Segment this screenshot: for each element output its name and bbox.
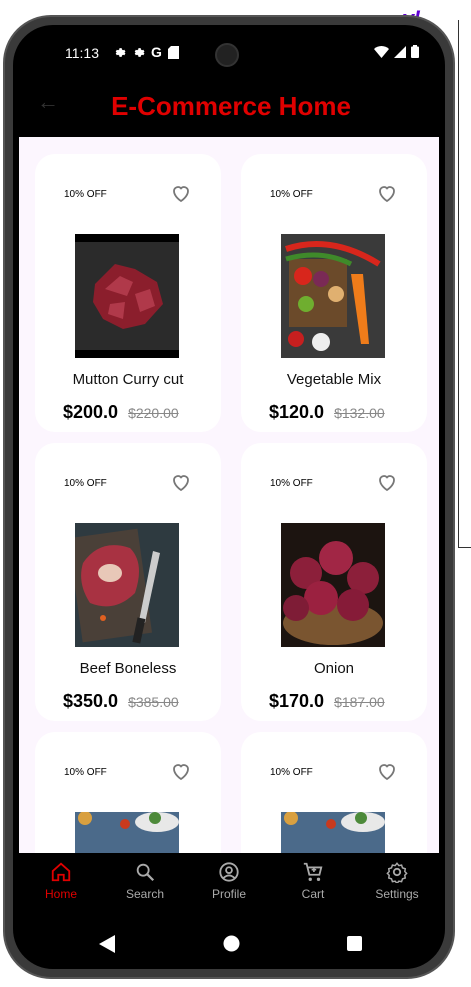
product-image (281, 812, 385, 853)
discount-badge: 10% OFF (64, 767, 107, 778)
nav-search[interactable]: Search (103, 853, 187, 915)
status-bar: 11:13 G (19, 31, 439, 77)
nav-home[interactable]: Home (19, 853, 103, 915)
cart-icon (303, 862, 323, 881)
product-prices: $350.0 $385.00 (63, 691, 179, 712)
front-camera (215, 43, 239, 67)
heart-icon[interactable] (169, 470, 193, 494)
home-circle-icon[interactable] (223, 935, 240, 952)
status-time: 11:13 (65, 45, 99, 61)
product-card[interactable]: 10% OFF Vegetable Mix $120.0 $132.00 (241, 154, 427, 432)
heart-icon[interactable] (169, 759, 193, 783)
product-prices: $120.0 $132.00 (269, 402, 385, 423)
nav-label: Profile (211, 887, 246, 901)
wifi-icon (374, 45, 389, 58)
profile-icon (219, 862, 239, 882)
nav-settings[interactable]: Settings (355, 853, 439, 915)
product-grid-area[interactable]: 10% OFF Mutton Curry cut $200.0 $220.00 (19, 137, 439, 853)
nav-label: Cart (301, 887, 325, 901)
phone-bezel: 11:13 G ← E-Commerce Home 10% OFF Mutton… (13, 25, 445, 969)
gear-icon (134, 47, 145, 57)
product-image (281, 234, 385, 358)
discount-badge: 10% OFF (270, 478, 313, 489)
product-name: Mutton Curry cut (72, 371, 184, 388)
product-card[interactable]: 10% OFF Mutton Curry cut $200.0 $220.00 (35, 154, 221, 432)
product-image (75, 523, 179, 647)
heart-icon[interactable] (375, 759, 399, 783)
settings-icon (386, 862, 408, 883)
product-old-price: $132.00 (334, 405, 385, 421)
product-old-price: $385.00 (128, 694, 179, 710)
product-name: Beef Boneless (79, 660, 177, 677)
heart-icon[interactable] (375, 470, 399, 494)
search-icon (136, 863, 155, 882)
product-image (75, 812, 179, 853)
product-card[interactable]: 10% OFF (241, 732, 427, 853)
discount-badge: 10% OFF (64, 189, 107, 200)
product-price: $200.0 (63, 402, 119, 422)
google-icon: G (151, 44, 162, 60)
product-image (281, 523, 385, 647)
page-title: E-Commerce Home (111, 91, 351, 121)
system-navigation-bar (19, 915, 439, 963)
product-old-price: $220.00 (128, 405, 179, 421)
product-name: Onion (313, 660, 355, 677)
product-price: $350.0 (63, 691, 119, 711)
gear-icon (115, 47, 126, 57)
bottom-navigation: Home Search Profile Cart Settings (19, 853, 439, 915)
product-card[interactable]: 10% OFF Beef Boneless $350.0 $385.00 (35, 443, 221, 721)
phone-frame: 11:13 G ← E-Commerce Home 10% OFF Mutton… (3, 15, 455, 979)
discount-badge: 10% OFF (64, 478, 107, 489)
discount-badge: 10% OFF (270, 189, 313, 200)
app-bar: ← E-Commerce Home (19, 77, 439, 137)
status-right-icons (374, 45, 419, 58)
product-price: $170.0 (269, 691, 325, 711)
product-old-price: $187.00 (334, 694, 385, 710)
product-grid: 10% OFF Mutton Curry cut $200.0 $220.00 (35, 154, 427, 853)
background-window (458, 20, 471, 548)
sdcard-icon (167, 45, 179, 59)
product-name: Vegetable Mix (286, 371, 382, 388)
product-card[interactable]: 10% OFF (35, 732, 221, 853)
product-prices: $170.0 $187.00 (269, 691, 385, 712)
product-card[interactable]: 10% OFF Onion $170.0 $187.00 (241, 443, 427, 721)
nav-label: Search (125, 887, 165, 901)
product-image (75, 234, 179, 358)
product-price: $120.0 (269, 402, 325, 422)
battery-icon (411, 45, 419, 58)
nav-profile[interactable]: Profile (187, 853, 271, 915)
signal-icon (394, 45, 406, 58)
status-icons: G (113, 44, 179, 60)
product-prices: $200.0 $220.00 (63, 402, 179, 423)
nav-label: Home (44, 887, 77, 901)
heart-icon[interactable] (169, 181, 193, 205)
home-icon (51, 862, 71, 882)
heart-icon[interactable] (375, 181, 399, 205)
discount-badge: 10% OFF (270, 767, 313, 778)
recents-square-icon[interactable] (347, 936, 362, 951)
back-triangle-icon[interactable] (99, 935, 115, 953)
nav-cart[interactable]: Cart (271, 853, 355, 915)
nav-label: Settings (375, 887, 419, 901)
screen: 11:13 G ← E-Commerce Home 10% OFF Mutton… (19, 31, 439, 963)
